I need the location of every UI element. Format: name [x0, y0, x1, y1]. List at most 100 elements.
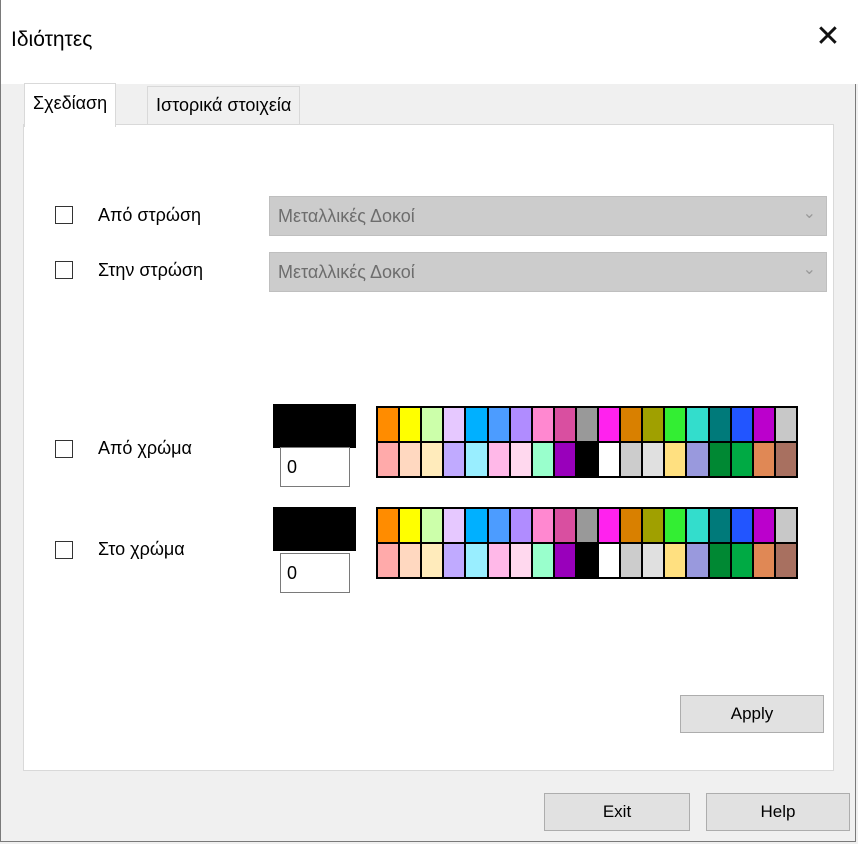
palette-color-cell[interactable] — [709, 408, 730, 441]
palette-color-cell[interactable] — [400, 544, 421, 577]
palette-color-cell[interactable] — [400, 443, 421, 476]
palette-color-cell[interactable] — [444, 408, 465, 441]
palette-color-cell[interactable] — [621, 509, 642, 542]
palette-color-cell[interactable] — [599, 408, 620, 441]
chevron-down-icon: ⌄ — [802, 205, 816, 222]
palette-color-cell[interactable] — [378, 509, 399, 542]
palette-color-cell[interactable] — [709, 443, 730, 476]
palette-color-cell[interactable] — [422, 509, 443, 542]
tab-design[interactable]: Σχεδίαση — [24, 83, 117, 127]
palette-color-cell[interactable] — [576, 544, 598, 577]
palette-color-cell[interactable] — [665, 509, 686, 542]
palette-color-cell[interactable] — [731, 408, 752, 441]
to-color-palette[interactable] — [376, 507, 798, 579]
window-title: Ιδιότητες — [11, 28, 93, 51]
palette-color-cell[interactable] — [753, 509, 774, 542]
from-layer-checkbox[interactable] — [55, 206, 73, 224]
palette-color-cell[interactable] — [466, 443, 487, 476]
palette-color-cell[interactable] — [621, 408, 642, 441]
palette-color-cell[interactable] — [532, 443, 553, 476]
palette-color-cell[interactable] — [400, 509, 421, 542]
exit-button[interactable]: Exit — [544, 793, 690, 831]
palette-color-cell[interactable] — [599, 443, 620, 476]
palette-color-cell[interactable] — [775, 509, 796, 542]
palette-color-cell[interactable] — [775, 408, 796, 441]
palette-color-cell[interactable] — [753, 408, 774, 441]
palette-color-cell[interactable] — [731, 544, 752, 577]
palette-color-cell[interactable] — [444, 509, 465, 542]
from-color-label: Από χρώμα — [98, 438, 192, 458]
palette-color-cell[interactable] — [753, 443, 774, 476]
palette-color-cell[interactable] — [510, 408, 531, 441]
from-color-index-input[interactable]: 0 — [280, 447, 350, 487]
palette-color-cell[interactable] — [400, 408, 421, 441]
palette-color-cell[interactable] — [731, 509, 752, 542]
palette-color-cell[interactable] — [422, 443, 443, 476]
to-color-index-input[interactable]: 0 — [280, 553, 350, 593]
to-layer-select[interactable]: Μεταλλικές Δοκοί ⌄ — [269, 252, 827, 292]
palette-color-cell[interactable] — [643, 443, 664, 476]
palette-color-cell[interactable] — [643, 544, 664, 577]
palette-color-cell[interactable] — [576, 443, 598, 476]
palette-color-cell[interactable] — [466, 509, 487, 542]
palette-color-cell[interactable] — [554, 544, 575, 577]
palette-color-cell[interactable] — [665, 443, 686, 476]
palette-color-cell[interactable] — [532, 509, 553, 542]
palette-color-cell[interactable] — [753, 544, 774, 577]
close-icon[interactable]: ✕ — [811, 20, 845, 54]
palette-color-cell[interactable] — [488, 408, 509, 441]
palette-color-cell[interactable] — [466, 544, 487, 577]
palette-color-cell[interactable] — [665, 544, 686, 577]
palette-color-cell[interactable] — [554, 509, 575, 542]
palette-color-cell[interactable] — [444, 544, 465, 577]
palette-color-cell[interactable] — [422, 544, 443, 577]
palette-color-cell[interactable] — [576, 408, 598, 441]
palette-color-cell[interactable] — [510, 544, 531, 577]
palette-color-cell[interactable] — [709, 544, 730, 577]
palette-color-cell[interactable] — [554, 443, 575, 476]
palette-color-cell[interactable] — [731, 443, 752, 476]
palette-color-cell[interactable] — [643, 408, 664, 441]
palette-color-cell[interactable] — [378, 443, 399, 476]
palette-color-cell[interactable] — [687, 443, 708, 476]
to-color-swatch[interactable] — [273, 507, 356, 551]
palette-color-cell[interactable] — [687, 544, 708, 577]
palette-color-cell[interactable] — [532, 408, 553, 441]
to-color-checkbox[interactable] — [55, 541, 73, 559]
from-layer-select[interactable]: Μεταλλικές Δοκοί ⌄ — [269, 196, 827, 236]
help-button[interactable]: Help — [706, 793, 850, 831]
from-layer-value: Μεταλλικές Δοκοί — [278, 206, 415, 226]
palette-color-cell[interactable] — [510, 509, 531, 542]
palette-color-cell[interactable] — [599, 544, 620, 577]
palette-color-cell[interactable] — [488, 544, 509, 577]
tab-history[interactable]: Ιστορικά στοιχεία — [147, 86, 301, 124]
palette-color-cell[interactable] — [775, 443, 796, 476]
palette-color-cell[interactable] — [532, 544, 553, 577]
to-layer-label: Στην στρώση — [98, 260, 204, 280]
from-color-palette[interactable] — [376, 406, 798, 478]
palette-color-cell[interactable] — [510, 443, 531, 476]
from-color-checkbox[interactable] — [55, 440, 73, 458]
from-color-swatch[interactable] — [273, 404, 356, 448]
palette-color-cell[interactable] — [466, 408, 487, 441]
to-layer-checkbox[interactable] — [55, 261, 73, 279]
apply-button[interactable]: Apply — [680, 695, 824, 733]
palette-color-cell[interactable] — [665, 408, 686, 441]
palette-color-cell[interactable] — [488, 509, 509, 542]
palette-color-cell[interactable] — [576, 509, 598, 542]
palette-color-cell[interactable] — [488, 443, 509, 476]
palette-color-cell[interactable] — [709, 509, 730, 542]
palette-color-cell[interactable] — [775, 544, 796, 577]
palette-color-cell[interactable] — [378, 544, 399, 577]
palette-color-cell[interactable] — [687, 509, 708, 542]
palette-color-cell[interactable] — [422, 408, 443, 441]
palette-color-cell[interactable] — [554, 408, 575, 441]
palette-color-cell[interactable] — [643, 509, 664, 542]
palette-color-cell[interactable] — [444, 443, 465, 476]
palette-color-cell[interactable] — [687, 408, 708, 441]
palette-color-cell[interactable] — [621, 544, 642, 577]
chevron-down-icon: ⌄ — [802, 261, 816, 278]
palette-color-cell[interactable] — [599, 509, 620, 542]
palette-color-cell[interactable] — [378, 408, 399, 441]
palette-color-cell[interactable] — [621, 443, 642, 476]
